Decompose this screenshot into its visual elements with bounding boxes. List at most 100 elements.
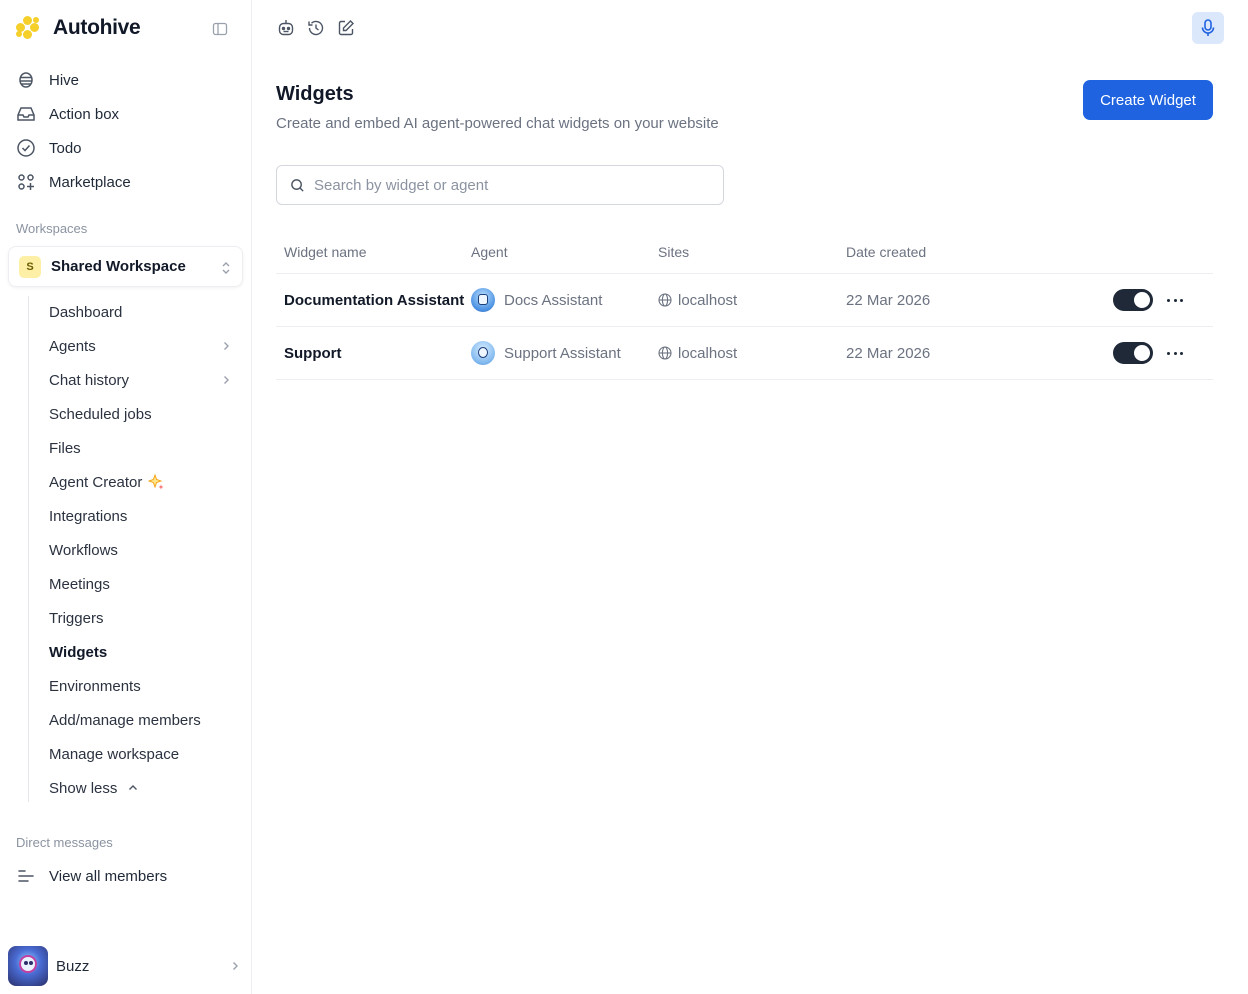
workspace-selector[interactable]: S Shared Workspace [8, 246, 243, 287]
agent-avatar [471, 288, 495, 312]
inbox-icon [16, 104, 36, 124]
sidebar-item-manage-workspace[interactable]: Manage workspace [49, 742, 239, 766]
enabled-toggle[interactable] [1113, 342, 1153, 364]
chevron-right-icon [224, 342, 229, 350]
sidebar-item-integrations[interactable]: Integrations [49, 504, 239, 528]
sidebar-item-workflows[interactable]: Workflows [49, 538, 239, 562]
sidebar-item-dashboard[interactable]: Dashboard [49, 300, 239, 324]
tree-line [28, 296, 29, 802]
microphone-button[interactable] [1192, 12, 1224, 44]
sidebar-item-label: Files [49, 439, 81, 457]
app-name: Autohive [53, 16, 141, 39]
sparkle-icon [148, 474, 164, 490]
sidebar-item-label: Widgets [49, 643, 108, 661]
sidebar-item-files[interactable]: Files [49, 436, 239, 460]
history-icon[interactable] [306, 18, 326, 38]
column-header-widget-name[interactable]: Widget name [284, 244, 366, 260]
sidebar-item-chat-history[interactable]: Chat history [49, 368, 239, 392]
sidebar-item-agent-creator[interactable]: Agent Creator [49, 470, 239, 494]
chevron-up-down-icon [222, 262, 230, 274]
column-header-sites[interactable]: Sites [658, 244, 689, 260]
agent-avatar [471, 341, 495, 365]
sidebar-item-label: Add/manage members [49, 711, 201, 729]
sidebar-item-label: Scheduled jobs [49, 405, 152, 423]
sidebar-item-label: Agents [49, 337, 96, 355]
sidebar-item-scheduled-jobs[interactable]: Scheduled jobs [49, 402, 239, 426]
date-created: 22 Mar 2026 [846, 344, 931, 362]
chevron-up-icon [129, 785, 138, 790]
sidebar-item-label: Environments [49, 677, 141, 695]
nav-item-action-box[interactable]: Action box [16, 100, 236, 128]
sidebar-toggle-icon[interactable] [212, 21, 228, 37]
divider [276, 379, 1213, 380]
edit-icon[interactable] [336, 18, 356, 38]
divider [276, 273, 1213, 274]
sidebar-item-widgets[interactable]: Widgets [49, 640, 239, 664]
search-input[interactable] [314, 176, 704, 194]
apps-icon [16, 172, 36, 192]
robot-icon[interactable] [276, 18, 296, 38]
widget-name[interactable]: Documentation Assistant [284, 288, 464, 312]
sidebar-item-label: Manage workspace [49, 745, 180, 763]
nav-item-todo[interactable]: Todo [16, 134, 236, 162]
sidebar-item-label: Agent Creator [49, 473, 143, 491]
workspace-initial: S [19, 255, 41, 278]
widget-name[interactable]: Support [284, 341, 342, 365]
nav-item-label: Hive [49, 71, 80, 89]
hive-icon [16, 70, 36, 90]
column-header-date-created[interactable]: Date created [846, 244, 926, 260]
page-title: Widgets [276, 83, 354, 105]
direct-messages-label: Direct messages [16, 835, 113, 850]
sidebar-item-environments[interactable]: Environments [49, 674, 239, 698]
chevron-right-icon [224, 376, 229, 384]
sidebar-item-agents[interactable]: Agents [49, 334, 239, 358]
nav-item-label: Action box [49, 105, 120, 123]
view-all-members[interactable]: View all members [16, 862, 236, 890]
site-name: localhost [678, 291, 738, 309]
show-less-button[interactable]: Show less [49, 776, 239, 800]
more-options-icon[interactable] [1167, 292, 1183, 308]
sidebar-item-triggers[interactable]: Triggers [49, 606, 239, 630]
create-widget-button[interactable]: Create Widget [1083, 80, 1213, 120]
chevron-right-icon [233, 962, 238, 970]
workspaces-label: Workspaces [16, 221, 88, 236]
sidebar-item-add-manage-members[interactable]: Add/manage members [49, 708, 239, 732]
list-icon [16, 866, 36, 886]
nav-item-marketplace[interactable]: Marketplace [16, 168, 236, 196]
globe-icon [658, 346, 672, 360]
site-cell: localhost [658, 341, 737, 365]
date-created: 22 Mar 2026 [846, 291, 931, 309]
agent-cell: Docs Assistant [471, 288, 602, 312]
user-menu[interactable]: Buzz [8, 946, 244, 986]
sidebar-item-label: Workflows [49, 541, 118, 559]
nav-item-hive[interactable]: Hive [16, 66, 236, 94]
globe-icon [658, 293, 672, 307]
sidebar: Autohive Hive Action box Todo Marketplac… [0, 0, 252, 994]
agent-name: Support Assistant [504, 344, 621, 362]
autohive-logo-icon [16, 16, 40, 40]
agent-name: Docs Assistant [504, 291, 603, 309]
page-subtitle: Create and embed AI agent-powered chat w… [276, 115, 719, 132]
search-icon [291, 178, 304, 192]
divider [276, 326, 1213, 327]
sidebar-item-label: Triggers [49, 609, 104, 627]
sidebar-item-label: Meetings [49, 575, 110, 593]
site-cell: localhost [658, 288, 737, 312]
enabled-toggle[interactable] [1113, 289, 1153, 311]
sidebar-item-label: Integrations [49, 507, 128, 525]
sidebar-item-meetings[interactable]: Meetings [49, 572, 239, 596]
site-name: localhost [678, 344, 738, 362]
column-header-agent[interactable]: Agent [471, 244, 508, 260]
microphone-icon [1201, 19, 1215, 36]
sidebar-item-label: Dashboard [49, 303, 123, 321]
check-circle-icon [16, 138, 36, 158]
view-all-members-label: View all members [49, 867, 168, 885]
workspace-name: Shared Workspace [51, 258, 186, 275]
more-options-icon[interactable] [1167, 345, 1183, 361]
brand[interactable]: Autohive [16, 14, 141, 42]
sidebar-item-label: Show less [49, 779, 118, 797]
agent-cell: Support Assistant [471, 341, 621, 365]
sidebar-item-label: Chat history [49, 371, 130, 389]
nav-item-label: Marketplace [49, 173, 131, 191]
nav-item-label: Todo [49, 139, 82, 157]
